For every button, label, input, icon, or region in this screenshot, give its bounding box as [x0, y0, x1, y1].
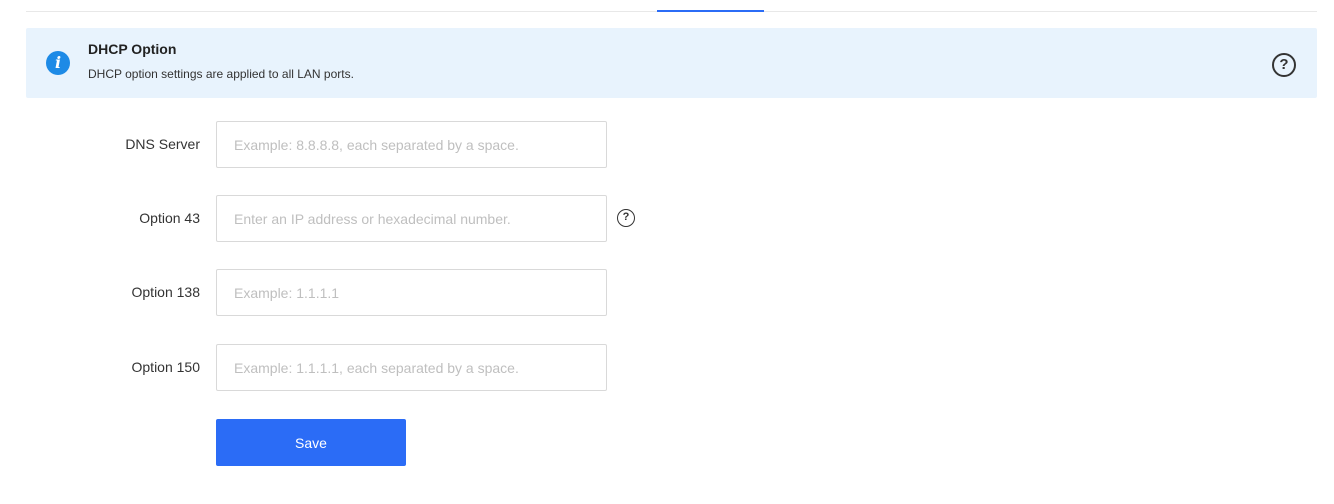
dns-server-input[interactable]: [216, 121, 607, 168]
option-150-label: Option 150: [131, 359, 201, 375]
option-150-row: Option 150: [0, 344, 700, 391]
info-banner: i DHCP Option DHCP option settings are a…: [26, 28, 1317, 98]
option-138-input[interactable]: [216, 269, 607, 316]
option-150-input[interactable]: [216, 344, 607, 391]
option-43-input[interactable]: [216, 195, 607, 242]
option-138-row: Option 138: [0, 269, 700, 316]
active-tab-indicator: [657, 10, 764, 12]
dns-server-row: DNS Server: [0, 121, 700, 168]
dns-server-label: DNS Server: [125, 136, 200, 152]
option-43-help-icon[interactable]: ?: [617, 209, 635, 227]
info-icon: i: [46, 51, 70, 75]
banner-description: DHCP option settings are applied to all …: [88, 67, 354, 81]
option-43-label: Option 43: [139, 210, 200, 226]
help-circle-icon[interactable]: ?: [1272, 53, 1296, 77]
save-button[interactable]: Save: [216, 419, 406, 466]
dhcp-option-page: i DHCP Option DHCP option settings are a…: [0, 0, 1334, 504]
banner-title: DHCP Option: [88, 41, 177, 57]
option-43-row: Option 43 ?: [0, 195, 700, 242]
option-138-label: Option 138: [131, 284, 201, 300]
